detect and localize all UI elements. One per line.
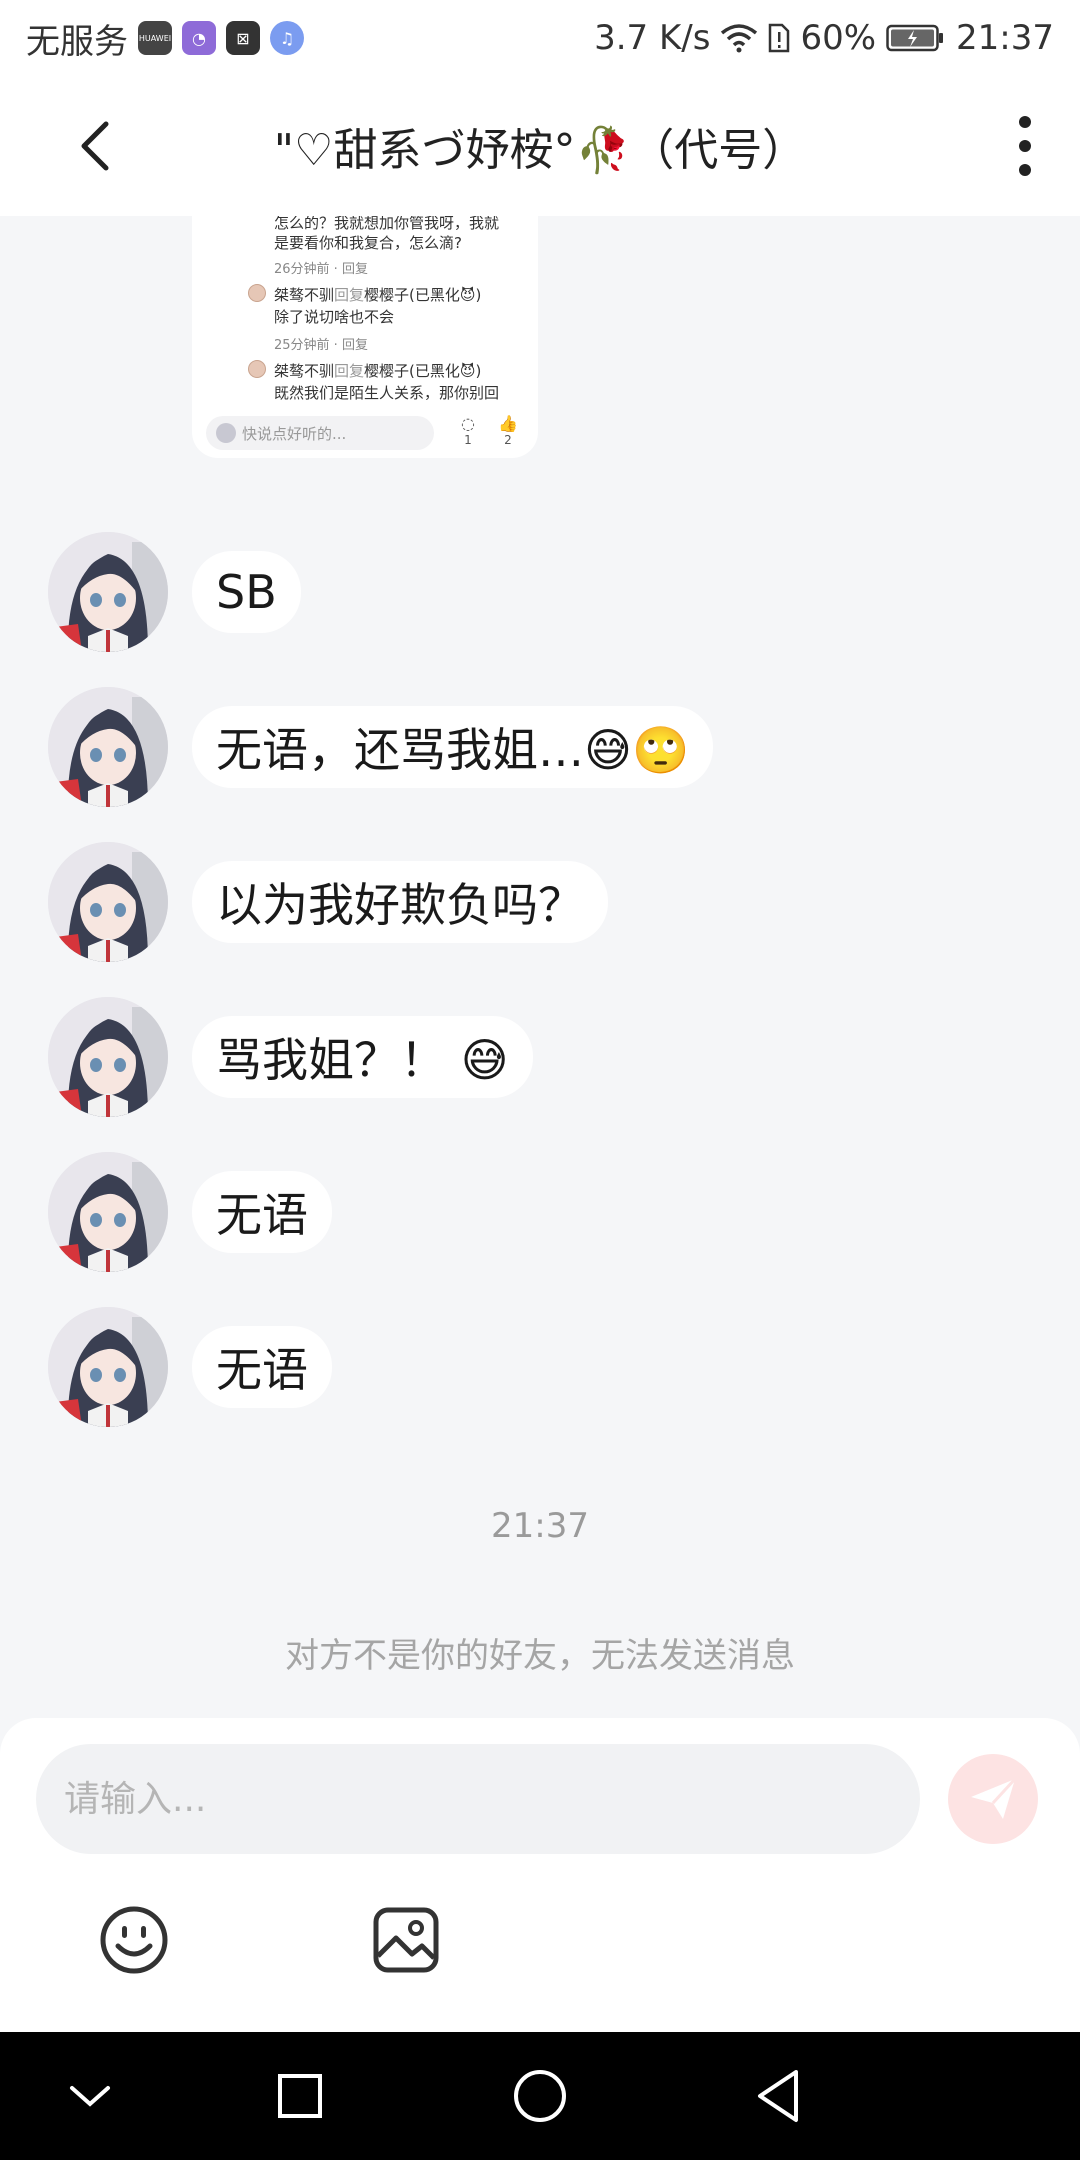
card-meta: 25分钟前 · 回复 — [274, 338, 368, 353]
circle-icon — [514, 2070, 566, 2122]
card-input-avatar — [216, 423, 236, 443]
message-composer — [0, 1718, 1080, 2032]
more-vertical-icon-dot — [1019, 164, 1031, 176]
message-bubble[interactable]: 无语 — [192, 1171, 332, 1253]
card-reply-text: 既然我们是陌生人关系，那你别回 — [274, 384, 500, 402]
avatar[interactable] — [48, 842, 168, 962]
send-icon — [971, 1777, 1017, 1819]
chevron-left-icon — [81, 121, 109, 171]
capcut-icon: ⊠ — [226, 21, 260, 55]
huawei-app-icon: HUAWEI — [138, 21, 172, 55]
avatar-portrait — [48, 687, 168, 807]
reply-verb: 回复 — [334, 362, 365, 380]
image-button[interactable] — [370, 1904, 442, 1976]
battery-percent: 60% — [800, 18, 877, 58]
like-count: 2 — [504, 433, 512, 447]
card-reply-header: 桀骜不驯回复樱樱子(已黑化😈) — [274, 360, 481, 381]
message-bubble[interactable]: 骂我姐？！ 😅 — [192, 1016, 533, 1098]
message-row: 骂我姐？！ 😅 — [48, 997, 533, 1117]
mini-avatar — [248, 360, 266, 378]
nav-recents-button[interactable] — [264, 2060, 336, 2132]
avatar-portrait — [48, 532, 168, 652]
card-comment-line: 怎么的？我就想加你管我呀，我就 — [274, 216, 500, 232]
triangle-back-icon — [758, 2070, 798, 2122]
message-bubble[interactable]: 无语，还骂我姐…😅🙄 — [192, 706, 714, 788]
sim-alert-icon — [769, 23, 790, 53]
nav-hide-button[interactable] — [54, 2060, 126, 2132]
thumbs-up-icon: 👍 — [498, 414, 518, 433]
mini-avatar — [248, 284, 266, 302]
avatar-portrait — [48, 997, 168, 1117]
purple-app-icon: ◔ — [182, 21, 216, 55]
square-icon — [278, 2074, 322, 2118]
send-button[interactable] — [948, 1754, 1038, 1844]
avatar-portrait — [48, 1152, 168, 1272]
avatar[interactable] — [48, 1307, 168, 1427]
message-input[interactable] — [36, 1744, 920, 1854]
chat-header: "♡甜系づ妤桉°🥀（代号） — [0, 76, 1080, 216]
message-row: 无语，还骂我姐…😅🙄 — [48, 687, 714, 807]
more-options-button[interactable] — [1010, 116, 1040, 176]
reply-verb: 回复 — [334, 286, 365, 304]
chevron-down-icon — [70, 2086, 110, 2107]
avatar[interactable] — [48, 1152, 168, 1272]
system-notice: 对方不是你的好友，无法发送消息 — [285, 1636, 795, 1676]
message-bubble[interactable]: 以为我好欺负吗？ — [192, 861, 608, 943]
message-timestamp: 21:37 — [491, 1506, 589, 1546]
card-comment-stat: ◌ 1 — [456, 414, 480, 447]
network-speed: 3.7 K/s — [594, 18, 711, 58]
more-vertical-icon-dot — [1019, 140, 1031, 152]
status-right: 3.7 K/s 60% 21:37 — [594, 18, 1054, 58]
card-comment-line: 是要看你和我复合，怎么滴? — [274, 234, 462, 252]
music-icon: ♫ — [270, 21, 304, 55]
emoji-button[interactable] — [98, 1904, 170, 1976]
card-comment-input: 快说点好听的... — [206, 416, 434, 450]
avatar[interactable] — [48, 532, 168, 652]
status-left: 无服务 HUAWEI ◔ ⊠ ♫ — [26, 14, 304, 63]
message-row: SB — [48, 532, 301, 652]
battery-charging-icon — [886, 24, 944, 52]
message-row: 无语 — [48, 1307, 332, 1427]
avatar-portrait — [48, 1307, 168, 1427]
card-reply-header: 桀骜不驯回复樱樱子(已黑化😈) — [274, 284, 481, 305]
reply-target: 樱樱子(已黑化😈) — [364, 362, 482, 380]
message-bubble[interactable]: 无语 — [192, 1326, 332, 1408]
image-icon — [373, 1907, 439, 1973]
nav-back-button[interactable] — [744, 2060, 816, 2132]
message-row: 以为我好欺负吗？ — [48, 842, 608, 962]
carrier-text: 无服务 — [26, 21, 128, 62]
comment-count: 1 — [464, 433, 472, 447]
message-row: 无语 — [48, 1152, 332, 1272]
card-input-placeholder: 快说点好听的... — [242, 424, 347, 443]
wifi-icon — [721, 24, 758, 53]
nav-home-button[interactable] — [504, 2060, 576, 2132]
avatar[interactable] — [48, 997, 168, 1117]
chat-title: "♡甜系づ妤桉°🥀（代号） — [273, 125, 807, 176]
back-button[interactable] — [70, 118, 126, 174]
shared-image-card[interactable]: 怎么的？我就想加你管我呀，我就 是要看你和我复合，怎么滴? 26分钟前 · 回复… — [192, 216, 538, 458]
more-vertical-icon-dot — [1019, 116, 1031, 128]
status-bar: 无服务 HUAWEI ◔ ⊠ ♫ 3.7 K/s 60% 21:37 — [0, 0, 1080, 76]
emoji-icon — [100, 1906, 168, 1974]
card-like-stat: 👍 2 — [496, 414, 520, 447]
reply-target: 樱樱子(已黑化😈) — [364, 286, 482, 304]
avatar-portrait — [48, 842, 168, 962]
card-meta: 26分钟前 · 回复 — [274, 262, 368, 277]
avatar[interactable] — [48, 687, 168, 807]
clock: 21:37 — [956, 18, 1054, 58]
reply-user: 桀骜不驯 — [274, 362, 335, 380]
comment-icon: ◌ — [461, 414, 475, 433]
card-reply-text: 除了说切啥也不会 — [274, 308, 395, 326]
reply-user: 桀骜不驯 — [274, 286, 335, 304]
system-nav-bar — [0, 2032, 1080, 2160]
message-bubble[interactable]: SB — [192, 551, 301, 633]
